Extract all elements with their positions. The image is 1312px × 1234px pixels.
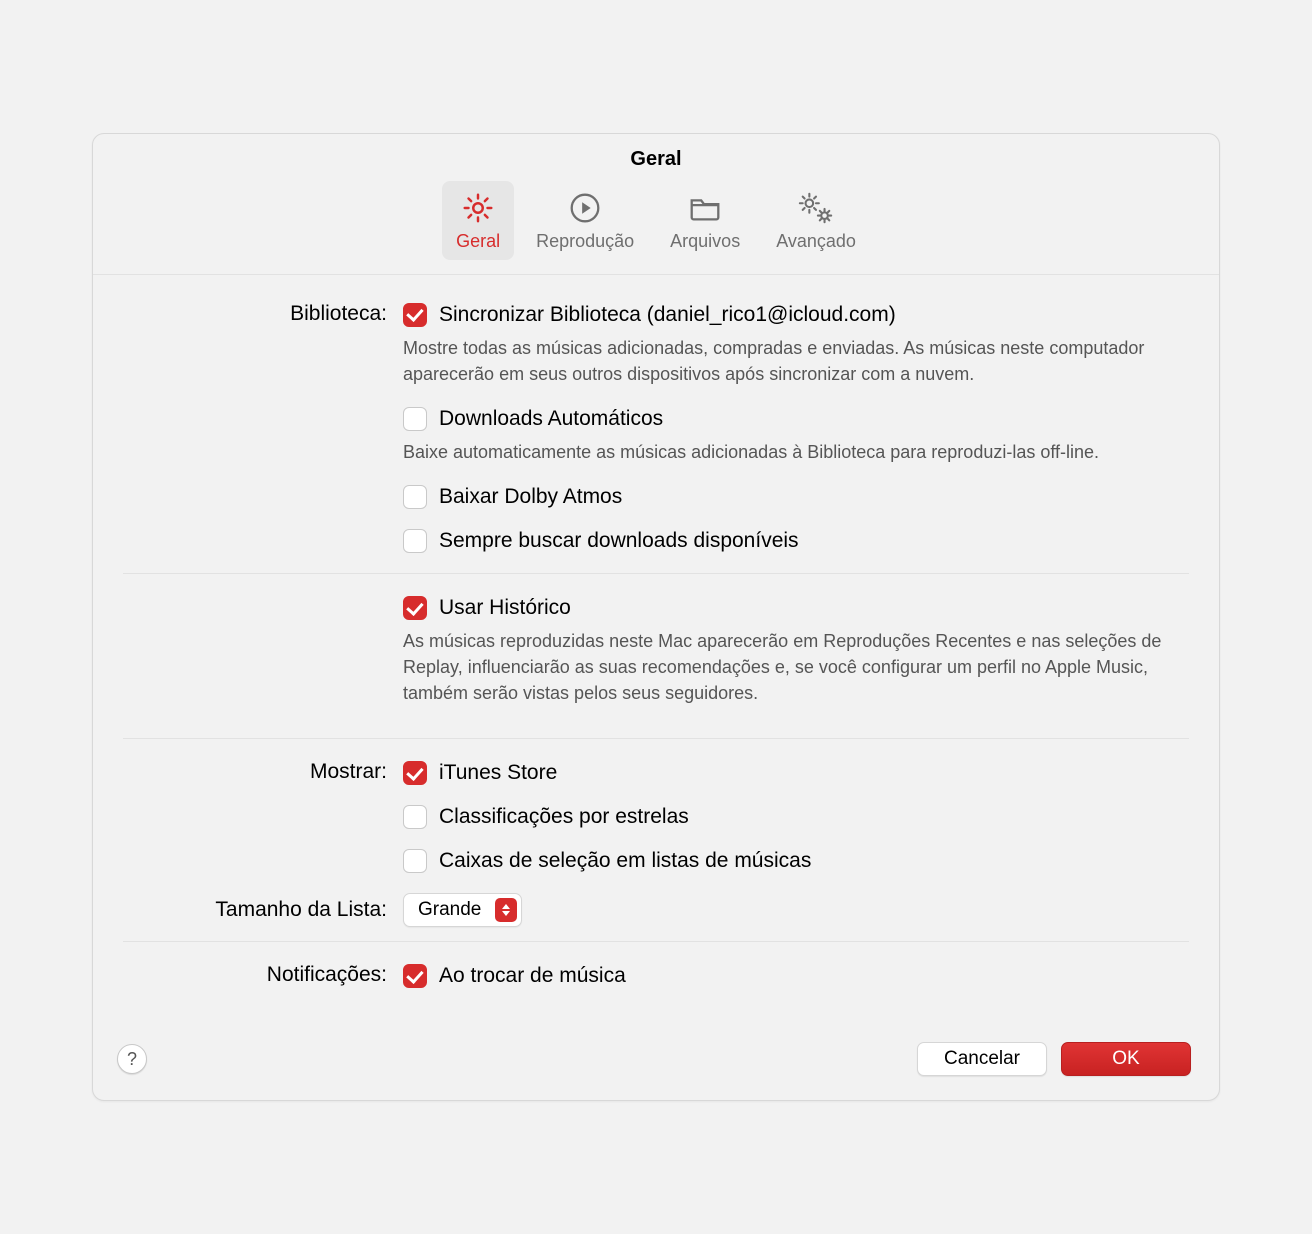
sync-library-desc: Mostre todas as músicas adicionadas, com… [403,335,1189,387]
show-row: Mostrar: iTunes Store Classificações por… [123,759,1189,879]
divider [123,738,1189,739]
use-history-label: Usar Histórico [439,596,571,620]
list-size-value: Grande [418,899,481,921]
tab-label: Reprodução [536,231,634,252]
sync-library-label: Sincronizar Biblioteca (daniel_rico1@icl… [439,303,896,327]
list-checkboxes-label: Caixas de seleção em listas de músicas [439,849,811,873]
divider [123,573,1189,574]
use-history-desc: As músicas reproduzidas neste Mac aparec… [403,628,1189,706]
tab-files[interactable]: Arquivos [656,181,754,260]
tab-playback[interactable]: Reprodução [522,181,648,260]
show-label: Mostrar: [123,759,403,785]
history-row: Usar Histórico As músicas reproduzidas n… [123,594,1189,724]
sync-library-checkbox[interactable] [403,303,427,327]
on-song-change-label: Ao trocar de música [439,964,626,988]
library-row: Biblioteca: Sincronizar Biblioteca (dani… [123,301,1189,559]
library-label: Biblioteca: [123,301,403,327]
tab-general[interactable]: Geral [442,181,514,260]
tab-label: Arquivos [670,231,740,252]
auto-download-checkbox[interactable] [403,407,427,431]
dolby-label: Baixar Dolby Atmos [439,485,622,509]
toolbar: Geral Reprodução Arquivos [93,175,1219,275]
window-title: Geral [93,134,1219,175]
content-area: Biblioteca: Sincronizar Biblioteca (dani… [93,275,1219,1019]
tab-advanced[interactable]: Avançado [762,181,870,260]
gears-icon [795,187,837,229]
preferences-window: Geral Geral Reprodução [92,133,1220,1102]
folder-icon [686,187,724,229]
divider [123,941,1189,942]
tab-label: Avançado [776,231,856,252]
notifications-label: Notificações: [123,962,403,988]
list-checkboxes-checkbox[interactable] [403,849,427,873]
always-fetch-checkbox[interactable] [403,529,427,553]
list-size-label: Tamanho da Lista: [123,897,403,923]
on-song-change-checkbox[interactable] [403,964,427,988]
always-fetch-label: Sempre buscar downloads disponíveis [439,529,799,553]
play-circle-icon [566,187,604,229]
footer: ? Cancelar OK [93,1018,1219,1100]
tab-label: Geral [456,231,500,252]
itunes-store-checkbox[interactable] [403,761,427,785]
dolby-checkbox[interactable] [403,485,427,509]
cancel-button[interactable]: Cancelar [917,1042,1047,1076]
help-button[interactable]: ? [117,1044,147,1074]
list-size-row: Tamanho da Lista: Grande [123,893,1189,927]
gear-icon [459,187,497,229]
star-ratings-checkbox[interactable] [403,805,427,829]
auto-download-desc: Baixe automaticamente as músicas adicion… [403,439,1189,465]
auto-download-label: Downloads Automáticos [439,407,663,431]
star-ratings-label: Classificações por estrelas [439,805,689,829]
use-history-checkbox[interactable] [403,596,427,620]
ok-button[interactable]: OK [1061,1042,1191,1076]
list-size-select[interactable]: Grande [403,893,522,927]
itunes-store-label: iTunes Store [439,761,557,785]
stepper-icon [495,898,517,922]
question-mark-icon: ? [127,1049,137,1070]
notifications-row: Notificações: Ao trocar de música [123,962,1189,994]
